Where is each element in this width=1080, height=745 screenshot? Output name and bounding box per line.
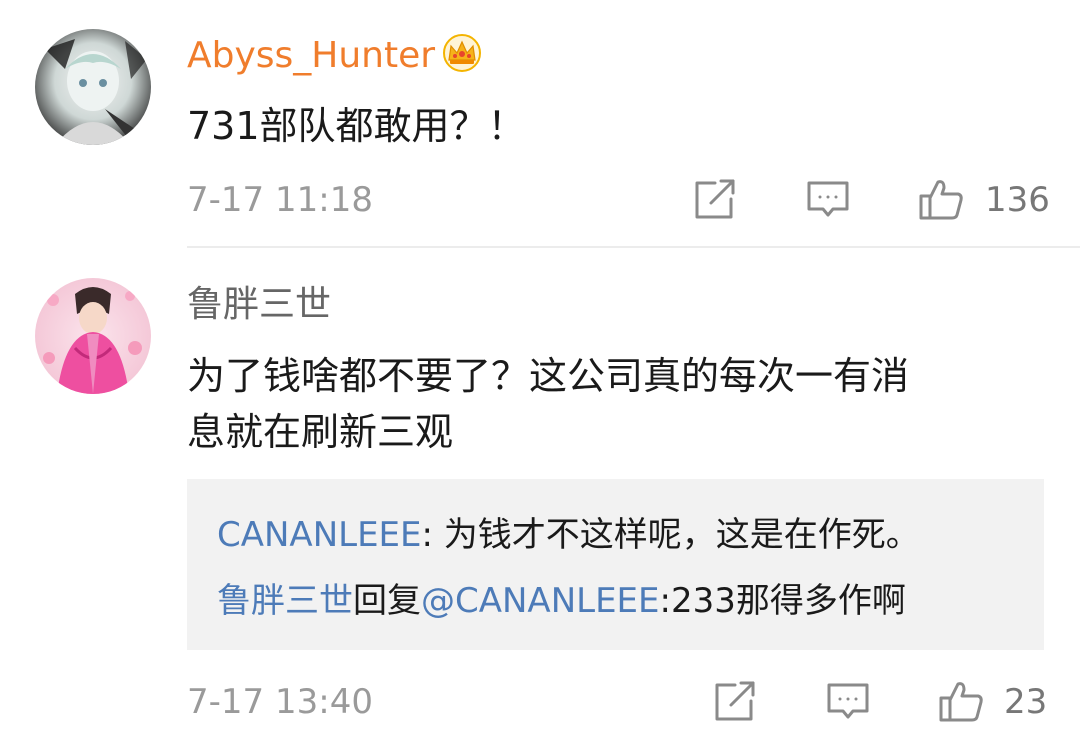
comment-icon[interactable] <box>825 679 871 725</box>
comment-feed: Abyss_Hunter 731部队都敢用？！ 7-17 11:18 136 鲁… <box>0 0 1080 745</box>
like-icon[interactable] <box>938 678 984 724</box>
reply-mention-link[interactable]: @CANANLEEE <box>421 581 660 621</box>
like-count: 136 <box>985 180 1050 220</box>
like-icon[interactable] <box>918 176 964 222</box>
reply-item: CANANLEEE: 为钱才不这样呢，这是在作死。 <box>217 514 920 556</box>
avatar[interactable] <box>35 278 151 394</box>
avatar[interactable] <box>35 29 151 145</box>
reply-separator: : <box>421 515 444 555</box>
reply-item: 鲁胖三世回复@CANANLEEE:233那得多作啊 <box>217 580 906 622</box>
reply-box[interactable]: CANANLEEE: 为钱才不这样呢，这是在作死。 鲁胖三世回复@CANANLE… <box>187 479 1044 650</box>
reply-action: 回复 <box>353 581 421 621</box>
reply-separator: : <box>659 581 671 621</box>
reply-text: 233那得多作啊 <box>670 581 906 621</box>
reply-author-link[interactable]: CANANLEEE <box>217 515 422 555</box>
repost-icon[interactable] <box>691 177 737 223</box>
comment-text: 731部队都敢用？！ <box>187 104 526 148</box>
comment-icon[interactable] <box>805 177 851 223</box>
timestamp: 7-17 13:40 <box>187 682 373 722</box>
comment-text: 为了钱啥都不要了？这公司真的每次一有消 <box>187 354 910 398</box>
divider <box>187 246 1080 248</box>
username[interactable]: Abyss_Hunter <box>187 34 435 78</box>
reply-author-link[interactable]: 鲁胖三世 <box>217 581 353 621</box>
repost-icon[interactable] <box>711 679 757 725</box>
reply-text: 为钱才不这样呢，这是在作死。 <box>443 515 920 555</box>
username[interactable]: 鲁胖三世 <box>187 283 331 327</box>
like-count: 23 <box>1004 682 1048 722</box>
timestamp: 7-17 11:18 <box>187 180 373 220</box>
crown-icon <box>442 33 482 73</box>
comment-text: 息就在刷新三观 <box>187 410 454 454</box>
